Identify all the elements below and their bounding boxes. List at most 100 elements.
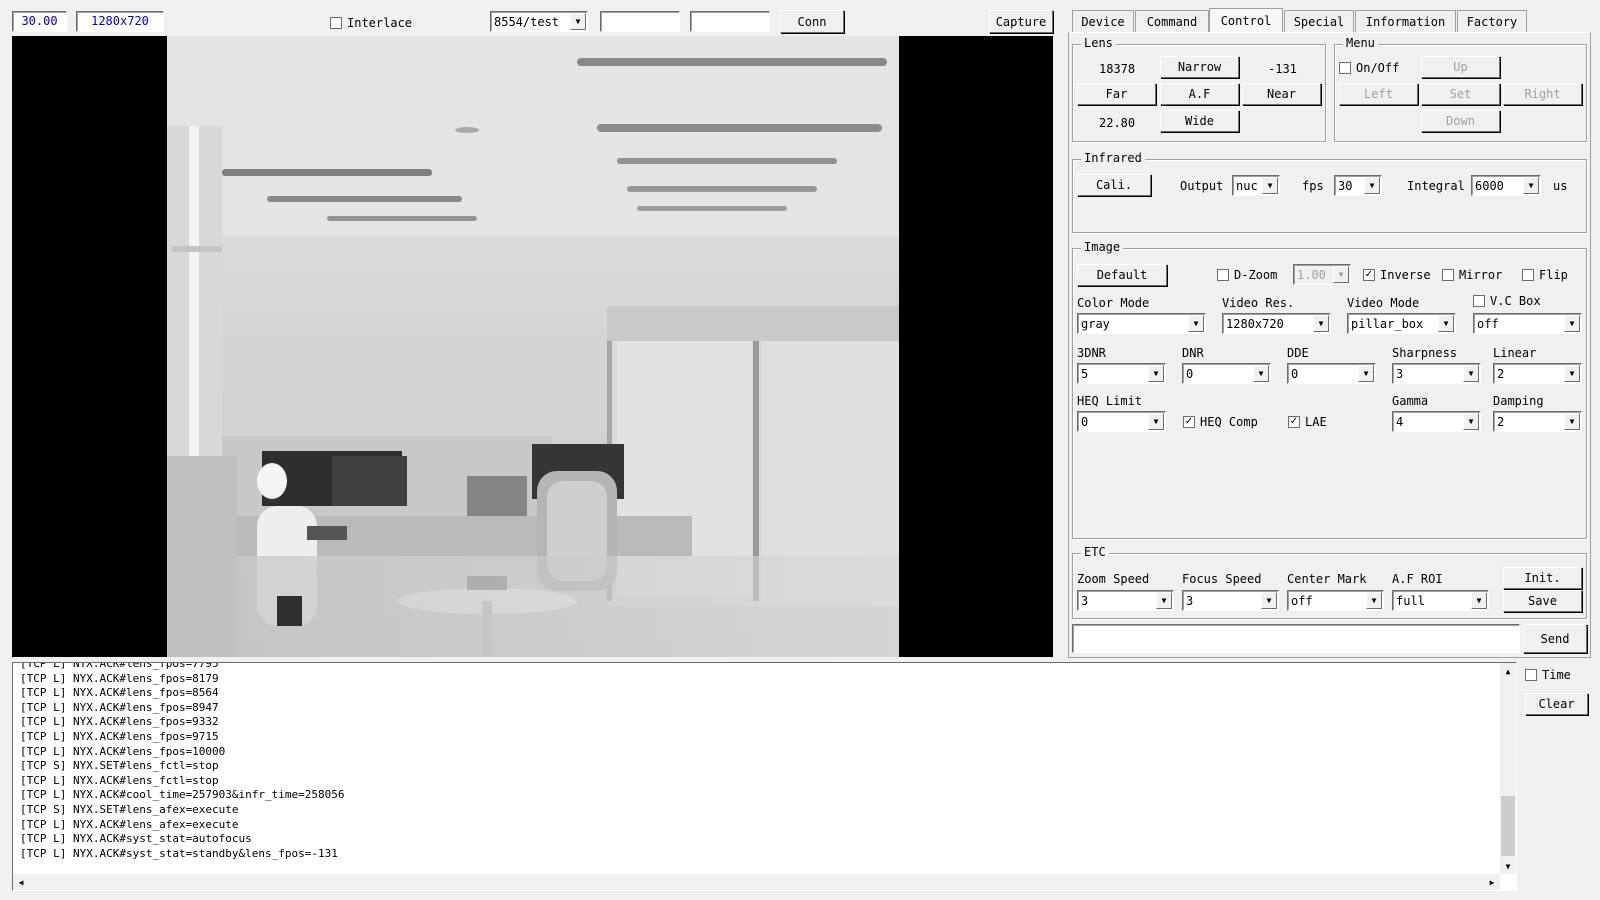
vc-box-checkbox[interactable]: V.C Box xyxy=(1473,294,1541,308)
zoom-speed-select[interactable]: 3 ▼ xyxy=(1077,590,1174,611)
wide-button[interactable]: Wide xyxy=(1160,110,1239,132)
menu-right-button[interactable]: Right xyxy=(1503,83,1582,105)
output-select[interactable]: nuc ▼ xyxy=(1232,175,1280,196)
interlace-checkbox[interactable]: Interlace xyxy=(330,16,412,30)
chevron-down-icon[interactable]: ▼ xyxy=(1564,315,1580,332)
color-mode-select[interactable]: gray ▼ xyxy=(1077,313,1206,334)
chevron-down-icon[interactable]: ▼ xyxy=(1564,365,1580,382)
tab-command[interactable]: Command xyxy=(1135,10,1209,32)
focus-speed-select[interactable]: 3 ▼ xyxy=(1182,590,1279,611)
heq-comp-check-box[interactable]: ✓ xyxy=(1183,416,1195,428)
cali-button[interactable]: Cali. xyxy=(1077,174,1151,196)
far-button[interactable]: Far xyxy=(1077,83,1156,105)
3dnr-value: 5 xyxy=(1081,367,1089,381)
conn-button[interactable]: Conn xyxy=(780,10,844,33)
tab-information[interactable]: Information xyxy=(1355,10,1456,32)
flip-check-box[interactable] xyxy=(1522,269,1534,281)
menu-onoff-box[interactable] xyxy=(1339,62,1351,74)
dnr-select[interactable]: 0 ▼ xyxy=(1182,363,1271,384)
flip-checkbox[interactable]: Flip xyxy=(1522,268,1568,282)
menu-down-button[interactable]: Down xyxy=(1421,110,1500,132)
chevron-down-icon[interactable]: ▼ xyxy=(1333,266,1349,283)
integral-select[interactable]: 6000 ▼ xyxy=(1471,175,1541,196)
chevron-down-icon[interactable]: ▼ xyxy=(1358,365,1374,382)
chevron-down-icon[interactable]: ▼ xyxy=(570,13,586,30)
send-button[interactable]: Send xyxy=(1523,624,1587,653)
gamma-select[interactable]: 4 ▼ xyxy=(1392,411,1481,432)
chevron-down-icon[interactable]: ▼ xyxy=(1148,413,1164,430)
time-checkbox[interactable]: Time xyxy=(1525,668,1571,682)
video-mode-select[interactable]: pillar_box ▼ xyxy=(1347,313,1456,334)
narrow-button[interactable]: Narrow xyxy=(1160,56,1239,78)
vc-box-select[interactable]: off ▼ xyxy=(1473,313,1582,334)
heq-limit-select[interactable]: 0 ▼ xyxy=(1077,411,1166,432)
dzoom-checkbox[interactable]: D-Zoom xyxy=(1217,268,1277,282)
mirror-check-box[interactable] xyxy=(1442,269,1454,281)
near-button[interactable]: Near xyxy=(1242,83,1321,105)
menu-up-button[interactable]: Up xyxy=(1421,56,1500,78)
chevron-down-icon[interactable]: ▼ xyxy=(1364,177,1380,194)
damping-select[interactable]: 2 ▼ xyxy=(1493,411,1582,432)
chevron-down-icon[interactable]: ▼ xyxy=(1438,315,1454,332)
port-select[interactable]: 8554/test ▼ xyxy=(490,11,588,32)
lae-check-box[interactable]: ✓ xyxy=(1288,416,1300,428)
output-select-value: nuc xyxy=(1236,179,1258,193)
menu-left-button[interactable]: Left xyxy=(1339,83,1418,105)
default-button[interactable]: Default xyxy=(1077,264,1167,286)
af-button[interactable]: A.F xyxy=(1160,83,1239,105)
video-viewport[interactable] xyxy=(12,36,1053,657)
interlace-check-box[interactable] xyxy=(330,17,342,29)
save-button[interactable]: Save xyxy=(1503,590,1582,612)
scroll-up-icon[interactable]: ▲ xyxy=(1500,663,1516,679)
center-mark-select[interactable]: off ▼ xyxy=(1287,590,1384,611)
log-vertical-scrollbar[interactable]: ▲ ▼ xyxy=(1500,663,1516,874)
tab-device[interactable]: Device xyxy=(1072,10,1134,32)
dzoom-select[interactable]: 1.00 ▼ xyxy=(1293,264,1351,285)
scroll-down-icon[interactable]: ▼ xyxy=(1500,858,1516,874)
text-field-1[interactable] xyxy=(600,11,680,32)
menu-set-button[interactable]: Set xyxy=(1421,83,1500,105)
log-panel[interactable]: [TCP L] NYX.ACK#lens_fpos=7795 [TCP L] NY… xyxy=(12,662,1517,891)
dde-select[interactable]: 0 ▼ xyxy=(1287,363,1376,384)
scroll-left-icon[interactable]: ◀ xyxy=(13,874,29,890)
chevron-down-icon[interactable]: ▼ xyxy=(1564,413,1580,430)
lae-checkbox[interactable]: ✓ LAE xyxy=(1288,415,1327,429)
video-res-select[interactable]: 1280x720 ▼ xyxy=(1222,313,1331,334)
inverse-check-box[interactable]: ✓ xyxy=(1363,269,1375,281)
heq-comp-checkbox[interactable]: ✓ HEQ Comp xyxy=(1183,415,1258,429)
capture-button[interactable]: Capture xyxy=(989,10,1053,33)
tab-factory[interactable]: Factory xyxy=(1457,10,1527,32)
chevron-down-icon[interactable]: ▼ xyxy=(1156,592,1172,609)
clear-button[interactable]: Clear xyxy=(1525,693,1588,715)
init-button[interactable]: Init. xyxy=(1503,567,1582,589)
text-field-2[interactable] xyxy=(690,11,770,32)
mirror-checkbox[interactable]: Mirror xyxy=(1442,268,1502,282)
log-horizontal-scrollbar[interactable]: ◀ ▶ xyxy=(13,874,1500,890)
chevron-down-icon[interactable]: ▼ xyxy=(1366,592,1382,609)
chevron-down-icon[interactable]: ▼ xyxy=(1463,413,1479,430)
inverse-checkbox[interactable]: ✓ Inverse xyxy=(1363,268,1431,282)
fps-select[interactable]: 30 ▼ xyxy=(1334,175,1382,196)
chevron-down-icon[interactable]: ▼ xyxy=(1463,365,1479,382)
tab-special[interactable]: Special xyxy=(1284,10,1354,32)
3dnr-select[interactable]: 5 ▼ xyxy=(1077,363,1166,384)
tab-control[interactable]: Control xyxy=(1209,8,1283,33)
chevron-down-icon[interactable]: ▼ xyxy=(1523,177,1539,194)
scroll-right-icon[interactable]: ▶ xyxy=(1484,874,1500,890)
menu-onoff-checkbox[interactable]: On/Off xyxy=(1339,61,1399,75)
chevron-down-icon[interactable]: ▼ xyxy=(1188,315,1204,332)
chevron-down-icon[interactable]: ▼ xyxy=(1471,592,1487,609)
time-check-box[interactable] xyxy=(1525,669,1537,681)
chevron-down-icon[interactable]: ▼ xyxy=(1262,177,1278,194)
vc-box-check-box[interactable] xyxy=(1473,295,1485,307)
chevron-down-icon[interactable]: ▼ xyxy=(1148,365,1164,382)
log-scroll-thumb[interactable] xyxy=(1501,796,1515,856)
sharpness-select[interactable]: 3 ▼ xyxy=(1392,363,1481,384)
chevron-down-icon[interactable]: ▼ xyxy=(1261,592,1277,609)
dzoom-check-box[interactable] xyxy=(1217,269,1229,281)
chevron-down-icon[interactable]: ▼ xyxy=(1313,315,1329,332)
command-input[interactable] xyxy=(1072,624,1520,653)
af-roi-select[interactable]: full ▼ xyxy=(1392,590,1489,611)
linear-select[interactable]: 2 ▼ xyxy=(1493,363,1582,384)
chevron-down-icon[interactable]: ▼ xyxy=(1253,365,1269,382)
